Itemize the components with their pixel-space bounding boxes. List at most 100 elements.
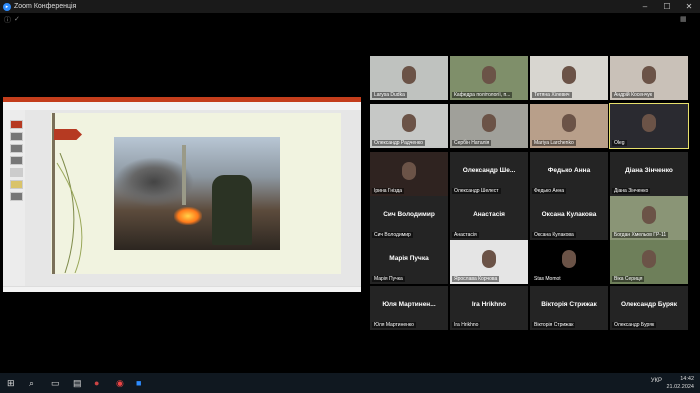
- participant-tile[interactable]: Ірина Гнізда: [370, 152, 448, 196]
- participant-name-label: Марія Пучка: [372, 276, 405, 282]
- maximize-button[interactable]: ☐: [656, 2, 678, 11]
- slide-thumbnail: [10, 120, 23, 129]
- participant-name-label: Анастасія: [452, 232, 479, 238]
- slide-thumbnails: [3, 110, 25, 286]
- participant-face: [562, 66, 576, 84]
- slide-photo: [114, 137, 280, 250]
- slide-thumbnail: [10, 168, 23, 177]
- participant-name-label: Oleg: [612, 140, 627, 146]
- participant-name-label: Олександр Буряк: [612, 322, 657, 328]
- photo-person: [212, 175, 252, 245]
- participant-name-label: Сербін Наталія: [452, 140, 492, 146]
- participant-tile[interactable]: Олександр Буряк Олександр Буряк: [610, 286, 688, 330]
- minimize-button[interactable]: –: [634, 2, 656, 11]
- participant-tile[interactable]: Ira Hrikhno Ira Hrikhno: [450, 286, 528, 330]
- view-icon[interactable]: ▦: [680, 15, 687, 23]
- participant-tile[interactable]: Mariya Larchenko: [530, 104, 608, 148]
- task-view-icon[interactable]: ▭: [51, 378, 60, 389]
- participant-name-display: Олександр Буряк: [621, 301, 677, 308]
- participant-tile[interactable]: Андрій Косенчук: [610, 56, 688, 100]
- participant-tile[interactable]: Юля Мартинен... Юля Мартиненко: [370, 286, 448, 330]
- participant-tile[interactable]: Богдан Хмельов ГР-11: [610, 196, 688, 240]
- participant-name-label: Ірина Гнізда: [372, 188, 405, 194]
- participant-tile[interactable]: Олександр Радченко: [370, 104, 448, 148]
- participant-name-label: Stas Momot: [532, 276, 563, 282]
- participant-face: [482, 250, 496, 268]
- participant-face: [642, 114, 656, 132]
- participant-name-label: Віка Сериця: [612, 276, 645, 282]
- clock-date: 21.02.2024: [666, 384, 694, 390]
- participant-tile[interactable]: Сич Володимир Сич Володимир: [370, 196, 448, 240]
- participant-tile[interactable]: Федько Анна Федько Анна: [530, 152, 608, 196]
- participant-face: [402, 66, 416, 84]
- file-icon[interactable]: ▤: [73, 378, 82, 389]
- participant-tile[interactable]: Віка Сериця: [610, 240, 688, 284]
- participant-name-label: Кафедра політології, п...: [452, 92, 513, 98]
- participant-tile[interactable]: Анастасія Анастасія: [450, 196, 528, 240]
- participant-tile[interactable]: Oleg: [609, 103, 689, 149]
- participant-face: [642, 206, 656, 224]
- participant-name-label: Юля Мартиненко: [372, 322, 416, 328]
- slide-thumbnail: [10, 192, 23, 201]
- slide-thumbnail: [10, 132, 23, 141]
- powerpoint-statusbar: [3, 286, 361, 292]
- participant-name-label: Ярослава Корчова: [452, 276, 500, 282]
- participant-name-label: Андрій Косенчук: [612, 92, 655, 98]
- slide-thumbnail: [10, 144, 23, 153]
- participant-face: [642, 66, 656, 84]
- participant-face: [482, 114, 496, 132]
- slide-thumbnail: [10, 180, 23, 189]
- clock-time: 14:42: [680, 376, 694, 382]
- participant-tile[interactable]: Сербін Наталія: [450, 104, 528, 148]
- title-bar: ▸ Zoom Конференція – ☐ ✕: [0, 0, 700, 13]
- participant-name-display: Анастасія: [473, 211, 505, 218]
- participant-name-display: Діана Зінченко: [625, 167, 673, 174]
- participant-name-label: Богдан Хмельов ГР-11: [612, 232, 669, 238]
- slide-decoration: [56, 153, 83, 273]
- zoom-taskbar-icon[interactable]: ■: [136, 378, 141, 388]
- participant-tile[interactable]: Кафедра політології, п...: [450, 56, 528, 100]
- info-icon[interactable]: ⓘ: [4, 15, 11, 25]
- participant-name-label: Ira Hrikhno: [452, 322, 481, 328]
- app-icon[interactable]: ●: [94, 378, 99, 388]
- participant-name-label: Оксана Кулакова: [532, 232, 576, 238]
- participant-face: [402, 114, 416, 132]
- participant-name-label: Федько Анна: [532, 188, 567, 194]
- participant-face: [562, 250, 576, 268]
- participant-tile[interactable]: Марія Пучка Марія Пучка: [370, 240, 448, 284]
- shield-icon[interactable]: ✓: [14, 15, 20, 23]
- participant-tile[interactable]: Олександр Ше... Олександр Шелест: [450, 152, 528, 196]
- participant-name-display: Юля Мартинен...: [382, 301, 436, 308]
- participant-name-label: Тетяна Хілевич: [532, 92, 572, 98]
- participant-name-label: Вікторія Стрижак: [532, 322, 576, 328]
- participant-name-label: Олександр Шелест: [452, 188, 501, 194]
- participant-name-display: Ira Hrikhno: [471, 301, 507, 308]
- participant-name-display: Марія Пучка: [389, 255, 429, 262]
- clock[interactable]: 14:42 21.02.2024: [666, 375, 694, 391]
- windows-taskbar: ⊞ ⌕ ▭ ▤ ● ◉ ■ УКР 14:42 21.02.2024: [0, 373, 700, 393]
- participant-name-display: Оксана Кулакова: [541, 211, 597, 218]
- slide-canvas: [25, 110, 361, 286]
- participant-face: [482, 66, 496, 84]
- participant-name-label: Олександр Радченко: [372, 140, 425, 146]
- participant-tile[interactable]: Тетяна Хілевич: [530, 56, 608, 100]
- close-button[interactable]: ✕: [678, 2, 700, 11]
- photo-fire: [174, 207, 202, 225]
- participant-tile[interactable]: Діана Зінченко Діана Зінченко: [610, 152, 688, 196]
- participant-name-label: Larysa Dudka: [372, 92, 407, 98]
- current-slide: [51, 113, 341, 274]
- participant-tile[interactable]: Larysa Dudka: [370, 56, 448, 100]
- windows-start-icon[interactable]: ⊞: [7, 378, 15, 389]
- participant-tile[interactable]: Вікторія Стрижак Вікторія Стрижак: [530, 286, 608, 330]
- participant-tile[interactable]: Оксана Кулакова Оксана Кулакова: [530, 196, 608, 240]
- slide-arrow-shape: [54, 129, 82, 140]
- participant-tile[interactable]: Stas Momot: [530, 240, 608, 284]
- participant-tile[interactable]: Ярослава Корчова: [450, 240, 528, 284]
- search-icon[interactable]: ⌕: [29, 378, 34, 389]
- participant-name-label: Діана Зінченко: [612, 188, 651, 194]
- participant-name-label: Mariya Larchenko: [532, 140, 576, 146]
- language-indicator[interactable]: УКР: [651, 378, 662, 384]
- chrome-icon[interactable]: ◉: [116, 378, 124, 389]
- participant-name-display: Федько Анна: [547, 167, 591, 174]
- participant-face: [402, 162, 416, 180]
